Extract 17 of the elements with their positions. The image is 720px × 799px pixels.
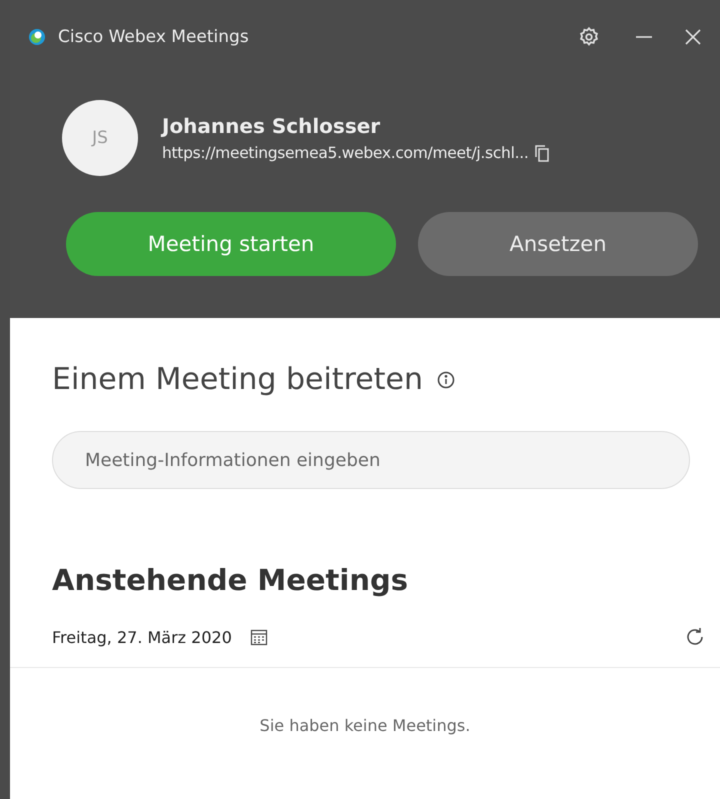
window-title: Cisco Webex Meetings	[58, 27, 250, 47]
copy-icon[interactable]	[534, 144, 550, 162]
empty-message: Sie haben keine Meetings.	[260, 716, 470, 735]
action-button[interactable]: Meeting starten	[66, 212, 396, 276]
join-heading: Einem Meeting beitreten	[52, 362, 423, 397]
info-icon[interactable]	[436, 370, 455, 388]
action-button[interactable]: Ansetzen	[418, 212, 698, 276]
upcoming-heading: Anstehende Meetings	[52, 563, 410, 597]
close-icon[interactable]	[684, 28, 702, 46]
meeting-url: https://meetingsemea5.webex.com/meet/j.schl...	[162, 144, 528, 162]
user-name: Johannes Schlosser	[162, 114, 382, 138]
meeting-info-field[interactable]: Meeting-Informationen eingeben	[52, 431, 690, 489]
calendar-icon[interactable]	[250, 628, 268, 646]
app-logo-icon	[28, 28, 46, 46]
avatar: JS	[62, 100, 138, 176]
date-label: Freitag, 27. März 2020	[52, 628, 232, 646]
settings-icon[interactable]	[578, 26, 600, 48]
